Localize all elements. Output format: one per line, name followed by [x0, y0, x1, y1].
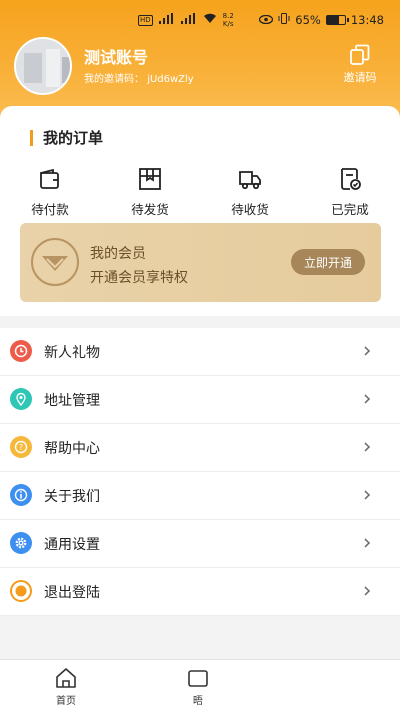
menu-label: 退出登陆 — [44, 584, 100, 601]
clock-icon — [10, 340, 32, 362]
speed-value: 8.2 — [222, 12, 234, 20]
status-bar: HD 8.2 K/s 65% 13:48 — [0, 0, 400, 40]
copy-icon — [350, 44, 370, 65]
svg-text:?: ? — [19, 443, 23, 452]
chevron-right-icon — [364, 586, 371, 596]
menu-label: 帮助中心 — [44, 440, 100, 457]
open-membership-button[interactable]: 立即开通 — [291, 249, 365, 275]
tab-home[interactable]: 首页 — [46, 666, 86, 707]
order-label: 待发货 — [131, 202, 169, 217]
location-icon — [10, 388, 32, 410]
chevron-right-icon — [364, 394, 371, 404]
wallet-icon — [40, 168, 59, 189]
truck-icon — [239, 171, 261, 190]
tab-second-label: 晤 — [193, 696, 203, 707]
battery-percent: 65% — [295, 13, 321, 27]
menu-label: 新人礼物 — [44, 344, 100, 361]
user-name[interactable]: 测试账号 — [84, 44, 148, 68]
orders-card: 我的订单 待付款 待发货 待收货 已完成 我的会员 开通会员享特权 立即开通 — [0, 106, 400, 316]
box-icon — [139, 168, 161, 190]
menu-item-logout[interactable]: 退出登陆 — [0, 568, 400, 616]
wifi-icon — [203, 13, 217, 27]
member-title: 我的会员 — [90, 246, 146, 262]
network-speed: 8.2 K/s — [223, 12, 234, 28]
order-status-row: 待付款 待发货 待收货 已完成 — [0, 166, 400, 218]
chevron-right-icon — [364, 538, 371, 548]
menu-item-help-center[interactable]: ? 帮助中心 — [0, 424, 400, 472]
help-icon: ? — [10, 436, 32, 458]
home-icon — [56, 668, 76, 688]
eye-icon — [259, 13, 274, 27]
vibrate-icon — [278, 13, 290, 27]
chevron-right-icon — [364, 346, 371, 356]
menu-item-new-user-gift[interactable]: 新人礼物 — [0, 328, 400, 376]
order-completed[interactable]: 已完成 — [300, 166, 400, 218]
bottom-tab-bar: 首页 晤 — [0, 659, 400, 711]
avatar-image — [16, 39, 70, 93]
chevron-right-icon — [364, 442, 371, 452]
logout-icon — [10, 580, 32, 602]
menu-item-general-settings[interactable]: 通用设置 — [0, 520, 400, 568]
order-label: 待收货 — [231, 202, 269, 217]
menu-label: 通用设置 — [44, 536, 100, 553]
speed-unit: K/s — [222, 20, 234, 28]
invite-code-button-label: 邀请码 — [343, 71, 377, 84]
member-subtitle: 开通会员享特权 — [90, 270, 188, 286]
diamond-badge-icon — [31, 238, 79, 286]
menu-item-address-management[interactable]: 地址管理 — [0, 376, 400, 424]
menu-label: 地址管理 — [44, 392, 100, 409]
invite-code-button[interactable]: 邀请码 — [334, 44, 386, 85]
menu-item-about-us[interactable]: 关于我们 — [0, 472, 400, 520]
tab-second-icon — [188, 670, 208, 687]
invite-code-label: 我的邀请码： — [84, 74, 144, 85]
hd-network-icon: HD — [138, 14, 153, 26]
order-label: 待付款 — [31, 202, 69, 217]
info-icon — [10, 484, 32, 506]
completed-doc-icon — [341, 168, 361, 190]
signal-icon-2 — [180, 13, 197, 27]
order-pending-payment[interactable]: 待付款 — [0, 166, 100, 218]
battery-icon — [325, 15, 349, 25]
settings-menu: 新人礼物 地址管理 ? 帮助中心 关于我们 通用设置 退出登陆 — [0, 328, 400, 616]
tab-home-label: 首页 — [56, 696, 76, 707]
order-pending-receipt[interactable]: 待收货 — [200, 166, 300, 218]
avatar[interactable] — [14, 37, 72, 95]
tab-second[interactable]: 晤 — [180, 666, 216, 707]
membership-banner[interactable]: 我的会员 开通会员享特权 立即开通 — [20, 223, 381, 302]
orders-title: 我的订单 — [30, 130, 103, 146]
signal-icon — [158, 13, 175, 27]
invite-code-value: jUd6wZly — [147, 74, 194, 85]
watermark-overlay — [212, 670, 400, 710]
gear-icon — [10, 532, 32, 554]
order-pending-shipment[interactable]: 待发货 — [100, 166, 200, 218]
clock-time: 13:48 — [350, 13, 384, 27]
menu-label: 关于我们 — [44, 488, 100, 505]
chevron-right-icon — [364, 490, 371, 500]
order-label: 已完成 — [331, 202, 369, 217]
invite-code-line: 我的邀请码： jUd6wZly — [84, 70, 194, 85]
